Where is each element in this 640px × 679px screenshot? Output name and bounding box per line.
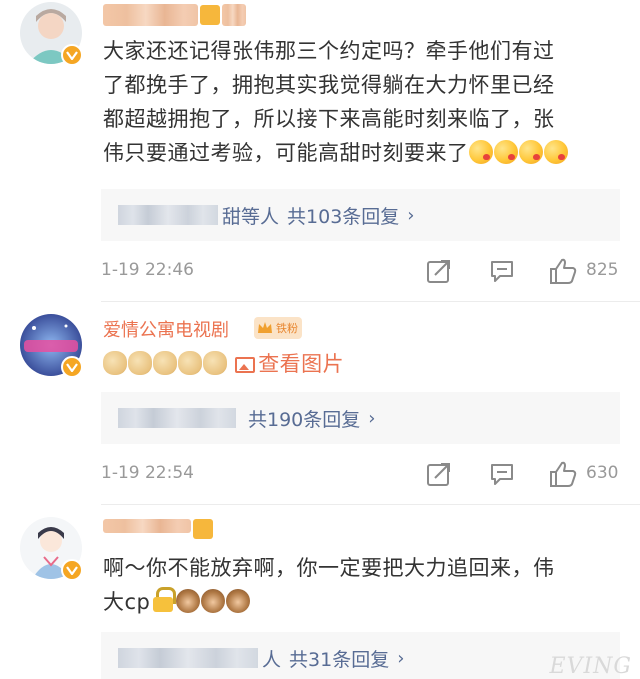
divider <box>101 301 640 302</box>
user-name-blurred[interactable] <box>103 519 191 533</box>
comment-text-line: 大家还还记得张伟那三个约定吗？牵手他们有过 <box>103 39 555 63</box>
lock-icon <box>152 587 177 613</box>
user-name-blurred[interactable] <box>103 4 198 26</box>
kiss-face-icon <box>518 140 543 164</box>
chevron-right-icon: › <box>407 204 415 226</box>
monkey-icon <box>176 589 201 613</box>
view-picture-label: 查看图片 <box>258 352 345 376</box>
view-picture-link[interactable]: 查看图片 <box>235 352 344 376</box>
member-badge-icon <box>193 519 213 539</box>
forward-icon[interactable] <box>426 461 454 487</box>
reply-suffix: 甜等人 <box>222 205 280 228</box>
comment-text: 啊～你不能放弃啊，你一定要把大力追回来，伟 大cp <box>103 551 623 619</box>
kiss-face-icon <box>543 140 568 164</box>
reply-preview[interactable]: 甜等人 共103条回复 › <box>101 189 620 241</box>
comment-text-line: 都超越拥抱了，所以接下来高能时刻来临了，张 <box>103 107 555 131</box>
like-icon[interactable] <box>549 461 577 487</box>
user-name-blurred-tail <box>222 4 246 26</box>
verified-badge-icon <box>61 559 83 581</box>
comment-icon[interactable] <box>489 461 517 487</box>
comment-text-line: 查看图片 <box>103 347 623 381</box>
comment-text-line: 了都挽手了，拥抱其实我觉得躺在大力怀里已经 <box>103 73 555 97</box>
comment-text-line: 伟只要通过考验，可能高甜时刻要来了 <box>103 136 623 170</box>
timestamp: 1-19 22:46 <box>101 260 194 280</box>
kiss-face-icon <box>468 140 493 164</box>
kiss-face-icon <box>493 140 518 164</box>
replier-names-blurred <box>118 205 218 225</box>
picture-icon <box>235 357 256 373</box>
verified-badge-icon <box>61 356 83 378</box>
monkey-icon <box>226 589 251 613</box>
doge-icon <box>128 351 152 375</box>
like-count: 825 <box>586 260 619 280</box>
doge-icon <box>178 351 202 375</box>
crown-icon <box>258 322 272 333</box>
reply-preview[interactable]: 共190条回复 › <box>101 392 620 444</box>
replier-names-blurred <box>118 648 258 668</box>
doge-icon <box>153 351 177 375</box>
comment-text: 大家还还记得张伟那三个约定吗？牵手他们有过 了都挽手了，拥抱其实我觉得躺在大力怀… <box>103 34 623 170</box>
comment-meta: 1-19 22:54 630 <box>101 461 621 491</box>
replier-names-blurred <box>118 408 236 428</box>
fan-badge: 铁粉 <box>254 317 302 339</box>
user-name[interactable]: 爱情公寓电视剧 <box>103 316 229 342</box>
comment-text-line: 大cp <box>103 585 623 619</box>
reply-count: 共31条回复 <box>289 648 390 671</box>
reply-suffix: 人 <box>262 648 282 671</box>
watermark: EVING <box>549 654 632 679</box>
comment-text: 查看图片 <box>103 347 623 381</box>
monkey-icon <box>201 589 226 613</box>
fan-badge-label: 铁粉 <box>276 322 298 335</box>
forward-icon[interactable] <box>426 258 454 284</box>
comment-text-line: 啊～你不能放弃啊，你一定要把大力追回来，伟 <box>103 556 555 580</box>
doge-icon <box>103 351 127 375</box>
chevron-right-icon: › <box>397 647 405 669</box>
comment-meta: 1-19 22:46 825 <box>101 258 621 288</box>
doge-icon <box>203 351 227 375</box>
like-count: 630 <box>586 463 619 483</box>
chevron-right-icon: › <box>368 407 376 429</box>
reply-preview[interactable]: 人 共31条回复 › <box>101 632 620 679</box>
divider <box>101 504 640 505</box>
verified-badge-icon <box>61 44 83 66</box>
comment-icon[interactable] <box>489 258 517 284</box>
member-badge-icon <box>200 5 220 25</box>
like-icon[interactable] <box>549 258 577 284</box>
reply-count: 共190条回复 <box>248 408 361 431</box>
timestamp: 1-19 22:54 <box>101 463 194 483</box>
reply-count: 共103条回复 <box>287 205 400 228</box>
